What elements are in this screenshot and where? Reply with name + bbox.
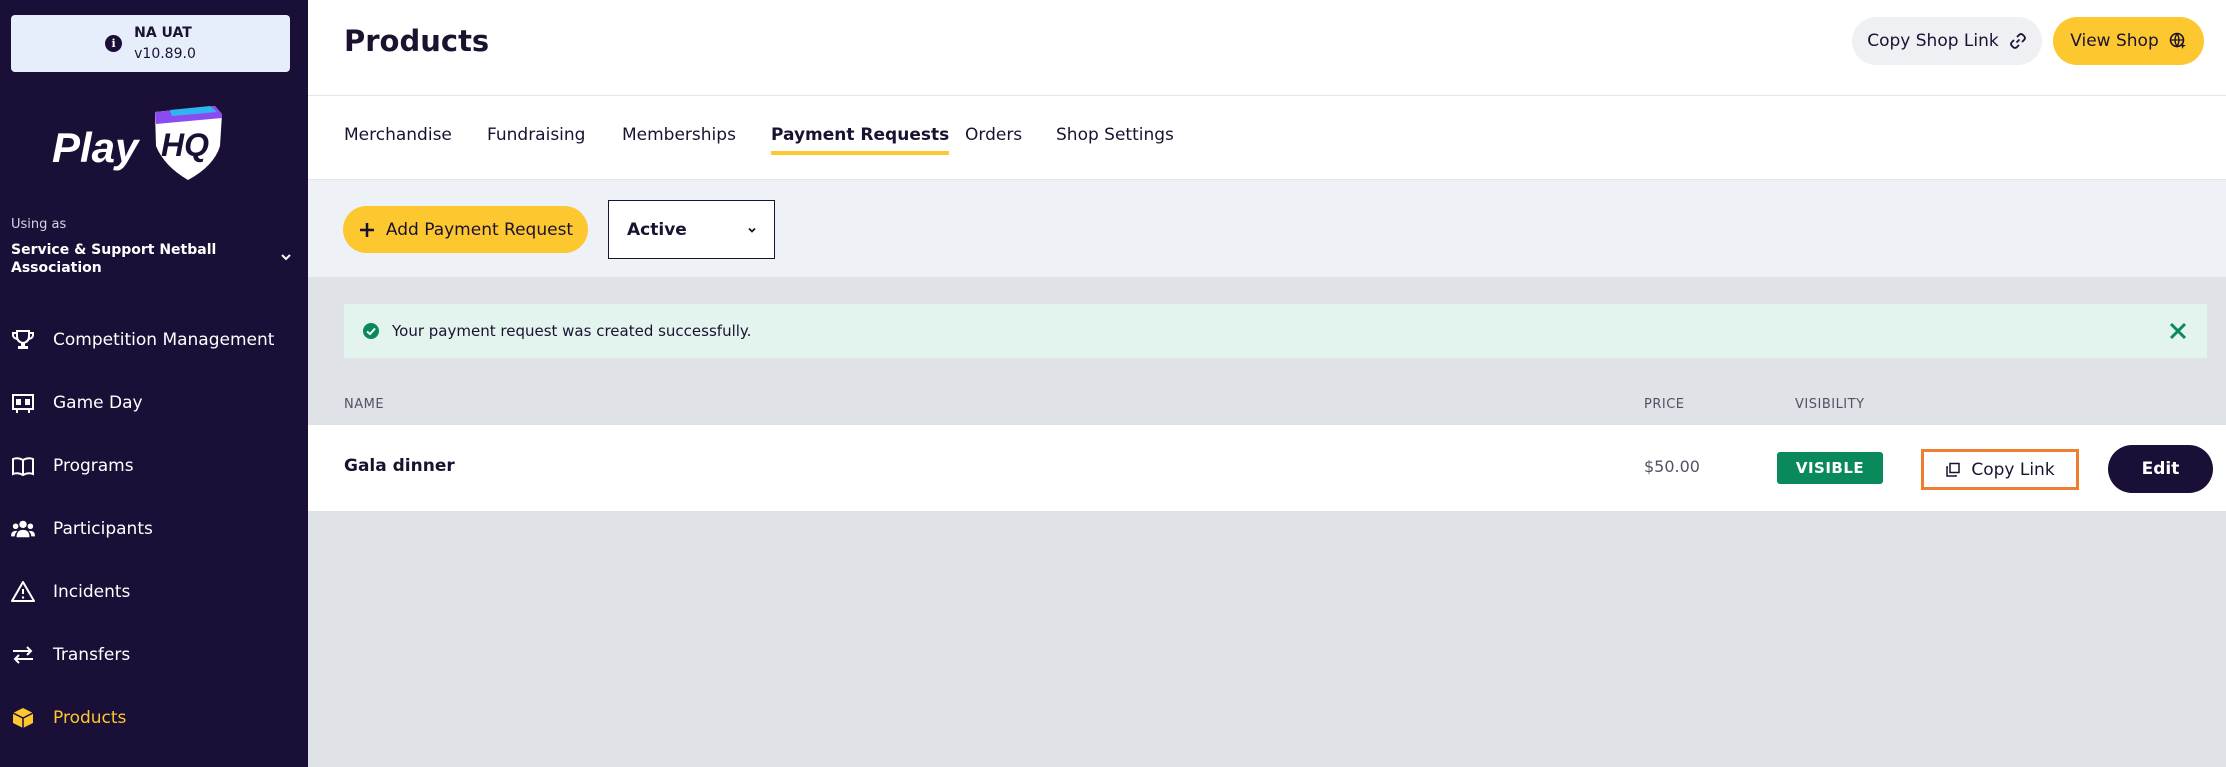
using-as-label: Using as: [11, 217, 67, 232]
people-icon: [11, 517, 35, 541]
add-payment-request-label: Add Payment Request: [385, 219, 574, 240]
alert-message: Your payment request was created success…: [392, 322, 752, 340]
view-shop-button[interactable]: View Shop: [2053, 17, 2204, 65]
column-header-price: PRICE: [1644, 397, 1685, 412]
info-icon: i: [105, 35, 123, 52]
chevron-down-icon[interactable]: [279, 250, 293, 264]
status-filter-select[interactable]: Active: [608, 200, 775, 259]
plus-icon: [359, 222, 374, 237]
close-icon[interactable]: [2165, 318, 2191, 344]
sidebar-item-label: Competition Management: [53, 329, 275, 350]
logo-text: Play: [52, 124, 141, 171]
sidebar-item-label: Participants: [53, 518, 153, 539]
tab-payment-requests[interactable]: Payment Requests: [771, 125, 950, 155]
warning-icon: [11, 580, 35, 604]
add-payment-request-button[interactable]: Add Payment Request: [343, 206, 588, 253]
toolbar: Add Payment Request Active: [308, 180, 2226, 277]
sidebar-item-transfers[interactable]: Transfers: [0, 623, 308, 686]
chevron-down-icon: [748, 227, 756, 233]
box-icon: [11, 706, 35, 730]
page-title: Products: [344, 24, 490, 58]
table-row: Gala dinner $50.00 VISIBLE Copy Link Edi…: [308, 425, 2226, 511]
sidebar-item-label: Products: [53, 707, 127, 728]
column-header-name: NAME: [344, 397, 385, 412]
sidebar-item-competition-management[interactable]: Competition Management: [0, 308, 308, 371]
page-header: Products Copy Shop Link View Shop: [308, 0, 2226, 96]
sidebar-item-game-day[interactable]: Game Day: [0, 371, 308, 434]
check-circle-icon: [363, 323, 379, 339]
sidebar-item-label: Game Day: [53, 392, 143, 413]
scoreboard-icon: [11, 391, 35, 415]
main-content: Products Copy Shop Link View Shop Mercha…: [308, 0, 2226, 767]
copy-shop-link-button[interactable]: Copy Shop Link: [1852, 17, 2042, 65]
sidebar-item-participants[interactable]: Participants: [0, 497, 308, 560]
environment-name: NA UAT: [134, 24, 192, 41]
tab-shop-settings[interactable]: Shop Settings: [1056, 125, 1174, 151]
org-name[interactable]: Service & Support Netball Association: [11, 241, 241, 277]
sidebar-item-label: Programs: [53, 455, 134, 476]
sidebar-item-products[interactable]: Products: [0, 686, 308, 749]
trophy-icon: [11, 328, 35, 352]
sidebar: i NA UAT v10.89.0 Play HQ Using as Servi…: [0, 0, 308, 767]
success-alert: Your payment request was created success…: [344, 304, 2207, 358]
sidebar-item-programs[interactable]: Programs: [0, 434, 308, 497]
tab-fundraising[interactable]: Fundraising: [487, 125, 585, 151]
copy-icon: [1946, 462, 1961, 477]
playhq-logo[interactable]: Play HQ: [52, 104, 232, 184]
tab-merchandise[interactable]: Merchandise: [344, 125, 452, 151]
link-icon: [2009, 33, 2026, 49]
row-name: Gala dinner: [344, 456, 455, 476]
status-filter-value: Active: [627, 219, 687, 240]
row-price: $50.00: [1644, 457, 1700, 476]
copy-link-label: Copy Link: [1971, 459, 2055, 480]
sidebar-item-label: Incidents: [53, 581, 131, 602]
sidebar-item-label: Transfers: [53, 644, 131, 665]
sidebar-item-incidents[interactable]: Incidents: [0, 560, 308, 623]
copy-link-button[interactable]: Copy Link: [1921, 449, 2079, 490]
book-icon: [11, 454, 35, 478]
globe-icon: [2169, 32, 2186, 49]
tab-orders[interactable]: Orders: [965, 125, 1022, 151]
status-badge: VISIBLE: [1777, 452, 1883, 484]
environment-banner: i NA UAT v10.89.0: [11, 15, 290, 72]
environment-version: v10.89.0: [134, 45, 196, 62]
sidebar-nav: Competition Management Game Day Programs…: [0, 308, 308, 749]
column-header-visibility: VISIBILITY: [1795, 397, 1865, 412]
transfer-arrows-icon: [11, 643, 35, 667]
view-shop-label: View Shop: [2070, 31, 2159, 51]
tab-memberships[interactable]: Memberships: [622, 125, 736, 151]
copy-shop-link-label: Copy Shop Link: [1867, 31, 1999, 51]
product-tabs: Merchandise Fundraising Memberships Paym…: [308, 96, 2226, 180]
edit-button[interactable]: Edit: [2108, 445, 2213, 493]
logo-badge-text: HQ: [161, 127, 209, 163]
